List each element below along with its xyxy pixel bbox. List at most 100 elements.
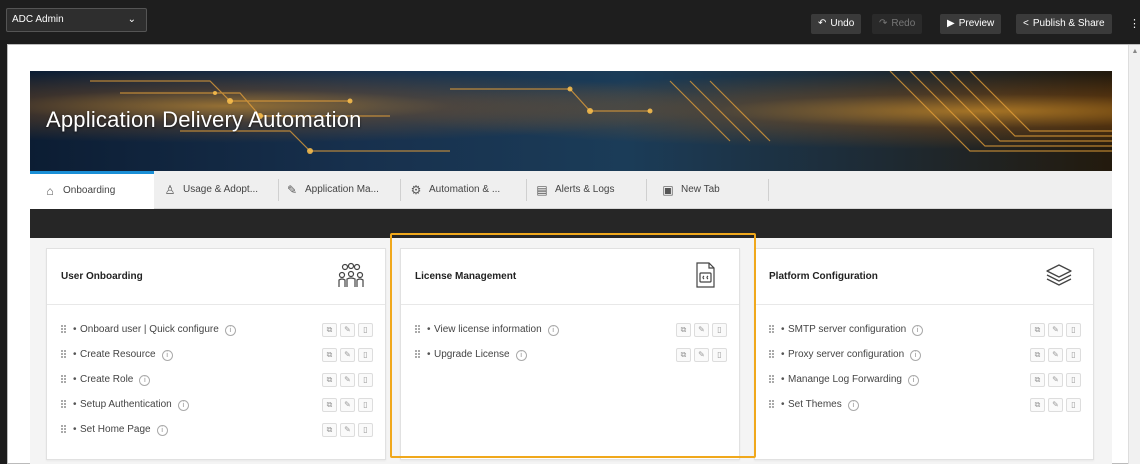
tab-new-tab[interactable]: ▣ New Tab xyxy=(662,171,772,209)
list-item-create-resource[interactable]: • Create Resource i ⧉ ✎ ▯ xyxy=(61,348,373,373)
tab-onboarding[interactable]: ⌂ Onboarding xyxy=(30,171,154,209)
delete-icon[interactable]: ▯ xyxy=(712,348,727,362)
info-icon[interactable]: i xyxy=(847,400,859,411)
item-label[interactable]: Upgrade License i xyxy=(434,348,527,362)
bullet: • xyxy=(73,399,77,410)
list-item-log-forwarding[interactable]: • Manange Log Forwarding i ⧉ ✎ ▯ xyxy=(769,373,1081,398)
drag-handle-icon[interactable] xyxy=(61,374,67,385)
copy-icon[interactable]: ⧉ xyxy=(322,323,337,337)
copy-icon[interactable]: ⧉ xyxy=(1030,348,1045,362)
tab-usage-adoption[interactable]: ♙ Usage & Adopt... xyxy=(164,171,276,209)
drag-handle-icon[interactable] xyxy=(415,324,421,335)
copy-icon[interactable]: ⧉ xyxy=(322,423,337,437)
info-icon[interactable]: i xyxy=(139,375,151,386)
edit-icon[interactable]: ✎ xyxy=(340,323,355,337)
item-label[interactable]: Set Home Page i xyxy=(80,423,168,437)
copy-icon[interactable]: ⧉ xyxy=(676,323,691,337)
list-item-onboard-user[interactable]: • Onboard user | Quick configure i ⧉ ✎ ▯ xyxy=(61,323,373,348)
tab-automation[interactable]: ⚙ Automation & ... xyxy=(410,171,528,209)
vertical-scrollbar[interactable]: ▲ xyxy=(1128,45,1140,464)
info-icon[interactable]: i xyxy=(177,400,189,411)
drag-handle-icon[interactable] xyxy=(61,399,67,410)
info-icon[interactable]: i xyxy=(910,350,922,361)
delete-icon[interactable]: ▯ xyxy=(1066,348,1081,362)
item-list: • Onboard user | Quick configure i ⧉ ✎ ▯ • … xyxy=(61,323,373,448)
bullet: • xyxy=(781,399,785,410)
list-item-proxy-server[interactable]: • Proxy server configuration i ⧉ ✎ ▯ xyxy=(769,348,1081,373)
info-icon[interactable]: i xyxy=(156,425,168,436)
drag-handle-icon[interactable] xyxy=(769,349,775,360)
item-label[interactable]: Proxy server configuration i xyxy=(788,348,922,362)
list-item-smtp-server[interactable]: • SMTP server configuration i ⧉ ✎ ▯ xyxy=(769,323,1081,348)
delete-icon[interactable]: ▯ xyxy=(1066,373,1081,387)
edit-icon[interactable]: ✎ xyxy=(694,348,709,362)
info-icon[interactable]: i xyxy=(907,375,919,386)
delete-icon[interactable]: ▯ xyxy=(1066,323,1081,337)
publish-share-button[interactable]: < Publish & Share xyxy=(1016,14,1112,34)
delete-icon[interactable]: ▯ xyxy=(358,348,373,362)
dashboard-selector[interactable]: ADC Admin ⌄ xyxy=(6,8,147,32)
copy-icon[interactable]: ⧉ xyxy=(322,348,337,362)
edit-icon[interactable]: ✎ xyxy=(1048,323,1063,337)
edit-icon[interactable]: ✎ xyxy=(340,398,355,412)
edit-icon[interactable]: ✎ xyxy=(340,373,355,387)
copy-icon[interactable]: ⧉ xyxy=(1030,373,1045,387)
item-label[interactable]: Set Themes i xyxy=(788,398,859,412)
copy-icon[interactable]: ⧉ xyxy=(1030,323,1045,337)
edit-icon[interactable]: ✎ xyxy=(340,348,355,362)
delete-icon[interactable]: ▯ xyxy=(358,398,373,412)
item-label[interactable]: Setup Authentication i xyxy=(80,398,189,412)
redo-label: Redo xyxy=(891,18,916,29)
delete-icon[interactable]: ▯ xyxy=(358,423,373,437)
item-label[interactable]: Onboard user | Quick configure i xyxy=(80,323,236,337)
delete-icon[interactable]: ▯ xyxy=(358,373,373,387)
list-item-create-role[interactable]: • Create Role i ⧉ ✎ ▯ xyxy=(61,373,373,398)
undo-button[interactable]: ↶ Undo xyxy=(811,14,862,34)
item-label[interactable]: SMTP server configuration i xyxy=(788,323,924,337)
copy-icon[interactable]: ⧉ xyxy=(1030,398,1045,412)
edit-icon[interactable]: ✎ xyxy=(340,423,355,437)
drag-handle-icon[interactable] xyxy=(61,324,67,335)
preview-button[interactable]: ▶ Preview xyxy=(940,14,1002,34)
list-item-set-themes[interactable]: • Set Themes i ⧉ ✎ ▯ xyxy=(769,398,1081,423)
item-actions: ⧉ ✎ ▯ xyxy=(673,323,727,337)
item-label[interactable]: Create Role i xyxy=(80,373,151,387)
drag-handle-icon[interactable] xyxy=(61,424,67,435)
card-title: User Onboarding xyxy=(61,271,143,282)
copy-icon[interactable]: ⧉ xyxy=(322,398,337,412)
drag-handle-icon[interactable] xyxy=(61,349,67,360)
delete-icon[interactable]: ▯ xyxy=(712,323,727,337)
drag-handle-icon[interactable] xyxy=(769,399,775,410)
info-icon[interactable]: i xyxy=(547,325,559,336)
edit-icon[interactable]: ✎ xyxy=(1048,373,1063,387)
delete-icon[interactable]: ▯ xyxy=(358,323,373,337)
preview-label: Preview xyxy=(958,18,995,29)
item-label[interactable]: View license information i xyxy=(434,323,559,337)
list-item-upgrade-license[interactable]: • Upgrade License i ⧉ ✎ ▯ xyxy=(415,348,727,373)
delete-icon[interactable]: ▯ xyxy=(1066,398,1081,412)
list-item-view-license[interactable]: • View license information i ⧉ ✎ ▯ xyxy=(415,323,727,348)
tab-application-management[interactable]: ✎ Application Ma... xyxy=(286,171,404,209)
item-label[interactable]: Manange Log Forwarding i xyxy=(788,373,919,387)
info-icon[interactable]: i xyxy=(161,350,173,361)
edit-icon[interactable]: ✎ xyxy=(694,323,709,337)
drag-handle-icon[interactable] xyxy=(769,324,775,335)
more-options-icon[interactable]: ⋮ xyxy=(1129,14,1140,34)
drag-handle-icon[interactable] xyxy=(415,349,421,360)
info-icon[interactable]: i xyxy=(912,325,924,336)
list-item-set-home-page[interactable]: • Set Home Page i ⧉ ✎ ▯ xyxy=(61,423,373,448)
scroll-up-icon[interactable]: ▲ xyxy=(1129,45,1140,59)
list-item-setup-authentication[interactable]: • Setup Authentication i ⧉ ✎ ▯ xyxy=(61,398,373,423)
edit-icon[interactable]: ✎ xyxy=(1048,398,1063,412)
item-label[interactable]: Create Resource i xyxy=(80,348,173,362)
drag-handle-icon[interactable] xyxy=(769,374,775,385)
info-icon[interactable]: i xyxy=(515,350,527,361)
redo-button[interactable]: ↷ Redo xyxy=(872,14,923,34)
edit-icon[interactable]: ✎ xyxy=(1048,348,1063,362)
item-actions: ⧉ ✎ ▯ xyxy=(673,348,727,362)
copy-icon[interactable]: ⧉ xyxy=(322,373,337,387)
copy-icon[interactable]: ⧉ xyxy=(676,348,691,362)
bullet: • xyxy=(73,324,77,335)
tab-alerts-logs[interactable]: ▤ Alerts & Logs xyxy=(536,171,646,209)
info-icon[interactable]: i xyxy=(224,325,236,336)
